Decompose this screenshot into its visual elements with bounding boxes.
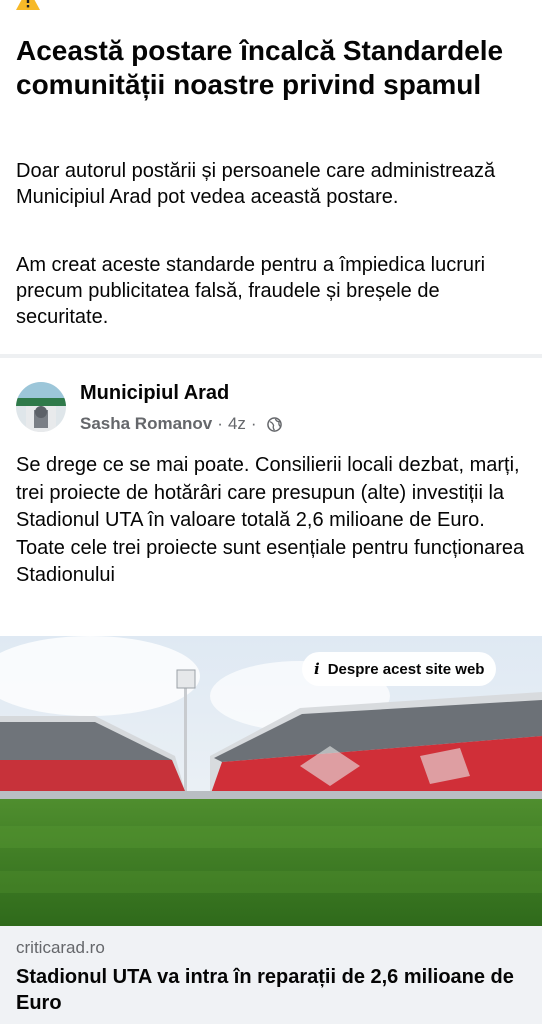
link-preview[interactable]: criticarad.ro Stadionul UTA va intra în … (0, 926, 542, 1024)
notice-standards-text: Am creat aceste standarde pentru a împie… (16, 254, 486, 328)
post-time[interactable]: 4z (228, 414, 246, 434)
about-site-button[interactable]: i Despre acest site web (302, 652, 497, 686)
post-meta: Sasha Romanov · 4z · (80, 414, 282, 434)
info-icon: i (314, 660, 320, 678)
link-title: Stadionul UTA va intra în reparații de 2… (16, 966, 514, 1014)
page-name-link[interactable]: Municipiul Arad (80, 382, 229, 405)
page-avatar[interactable] (16, 382, 66, 432)
warning-icon (16, 0, 40, 10)
author-name[interactable]: Sasha Romanov (80, 414, 212, 434)
post-text: Se drege ce se mai poate. Consilierii lo… (16, 454, 525, 586)
meta-separator: · (250, 414, 257, 433)
spam-notice: Această postare încalcă Standardele comu… (0, 0, 542, 354)
notice-title: Această postare încalcă Standardele comu… (16, 35, 504, 100)
notice-visibility-text: Doar autorul postării și persoanele care… (16, 160, 496, 208)
section-divider (0, 354, 542, 358)
globe-icon (266, 416, 282, 432)
meta-separator: · (217, 414, 223, 433)
link-domain: criticarad.ro (16, 938, 105, 957)
about-site-label: Despre acest site web (327, 660, 485, 678)
